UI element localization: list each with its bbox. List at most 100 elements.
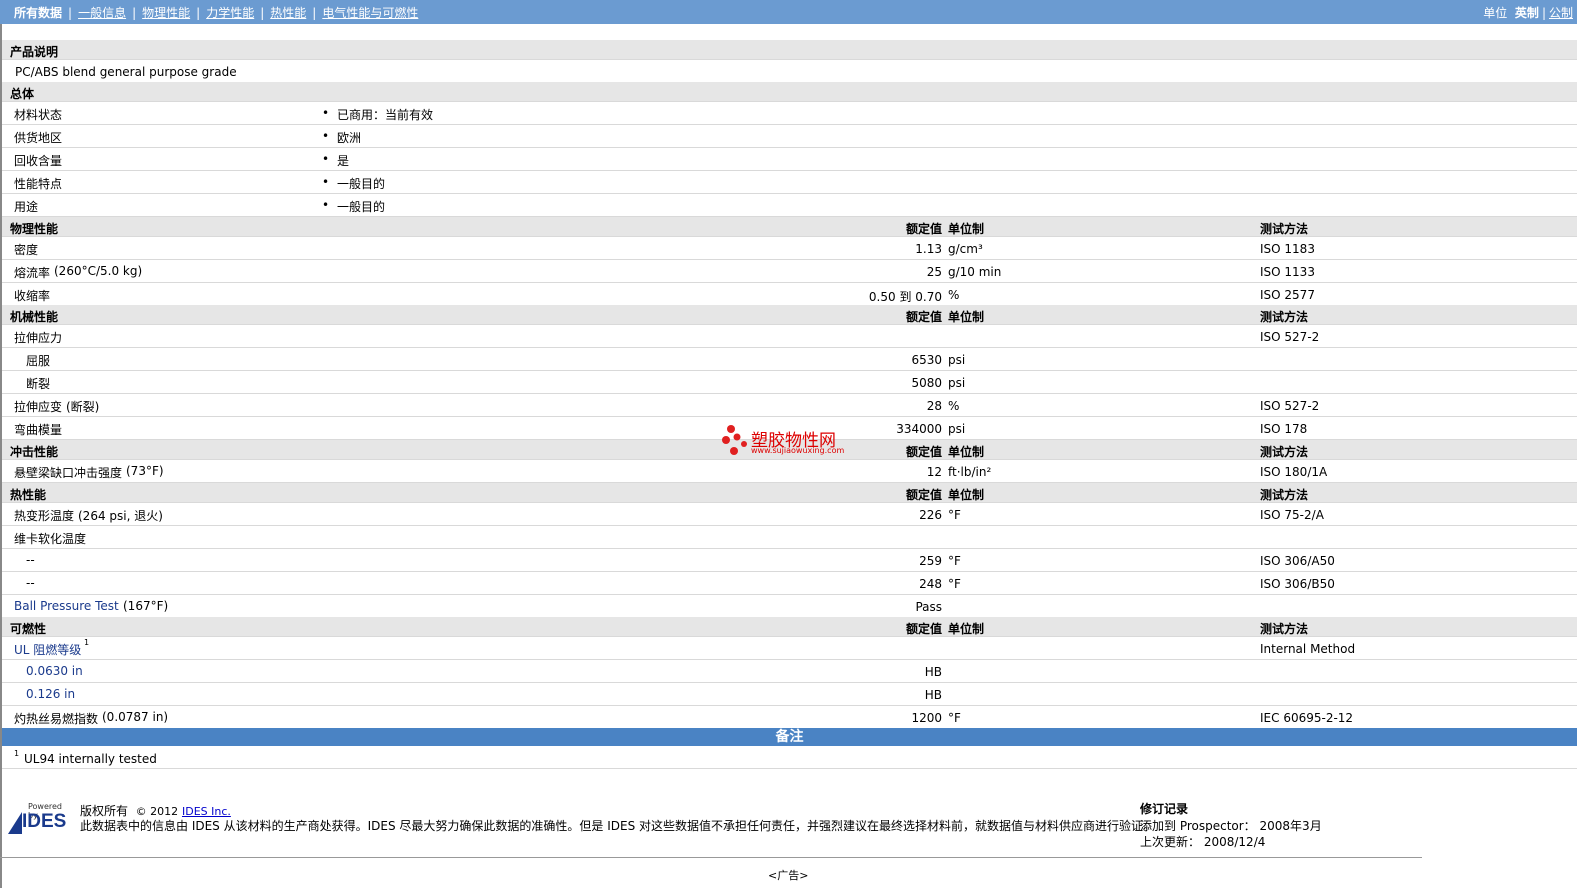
general-row: 回收含量 • 是 <box>2 148 1577 171</box>
property-value: HB <box>924 688 942 702</box>
property-label: 弯曲模量 <box>14 423 63 437</box>
col-nominal: 额定值 <box>905 488 942 502</box>
property-value: 0.50 到 0.70 <box>868 290 942 304</box>
general-value: 一般目的 <box>337 200 386 214</box>
data-row: 0.0630 in HB <box>2 660 1577 683</box>
data-row: -- 259 °F ISO 306/A50 <box>2 549 1577 572</box>
section-title: 热性能 <box>10 488 47 502</box>
general-value: 已商用：当前有效 <box>337 108 434 122</box>
general-label: 性能特点 <box>14 177 63 191</box>
property-label: -- <box>26 553 35 567</box>
nav-general-info[interactable]: 一般信息 <box>78 6 126 20</box>
property-value: 6530 <box>911 353 942 367</box>
data-row: UL 阻燃等级 1 Internal Method <box>2 637 1577 660</box>
data-row: 熔流率 (260°C/5.0 kg) 25 g/10 min ISO 1133 <box>2 260 1577 283</box>
property-value: 5080 <box>911 376 942 390</box>
nav-all-data[interactable]: 所有数据 <box>14 6 62 20</box>
nav-electrical-flammability[interactable]: 电气性能与可燃性 <box>322 6 418 20</box>
property-value: 25 <box>926 265 942 279</box>
property-unit: g/10 min <box>948 265 1002 279</box>
property-unit: % <box>948 288 960 302</box>
property-label: 断裂 <box>26 377 51 391</box>
general-value: 一般目的 <box>337 177 386 191</box>
unit-imperial[interactable]: 英制 <box>1515 6 1539 20</box>
description-text: PC/ABS blend general purpose grade <box>15 65 237 79</box>
bullet-icon: • <box>322 152 330 166</box>
property-condition: (0.0787 in) <box>102 710 169 724</box>
updated-date: 上次更新： 2008/12/4 <box>1140 833 1265 850</box>
logo-triangle-icon <box>8 812 22 834</box>
section-header-general: 总体 <box>2 82 1577 102</box>
section-header-desc: 产品说明 <box>2 40 1577 60</box>
test-method: ISO 1133 <box>1260 265 1315 279</box>
data-row: 维卡软化温度 <box>2 526 1577 549</box>
property-unit: psi <box>948 353 966 367</box>
property-value: 226 <box>919 508 942 522</box>
general-row: 材料状态 • 已商用：当前有效 <box>2 102 1577 125</box>
general-label: 供货地区 <box>14 131 63 145</box>
property-value: 28 <box>926 399 942 413</box>
property-value: 259 <box>919 554 942 568</box>
test-method: ISO 180/1A <box>1260 465 1328 479</box>
general-row: 供货地区 • 欧洲 <box>2 125 1577 148</box>
col-unit: 单位制 <box>948 222 985 236</box>
section-title: 可燃性 <box>10 622 47 636</box>
test-method: ISO 2577 <box>1260 288 1315 302</box>
property-unit: °F <box>948 554 961 568</box>
property-unit: °F <box>948 711 961 725</box>
test-method: ISO 527-2 <box>1260 399 1320 413</box>
data-row: 密度 1.13 g/cm³ ISO 1183 <box>2 237 1577 260</box>
property-value: 334000 <box>896 422 942 436</box>
data-row: Ball Pressure Test (167°F) Pass <box>2 595 1577 618</box>
data-row: 收缩率 0.50 到 0.70% ISO 2577 <box>2 283 1577 306</box>
col-method: 测试方法 <box>1260 622 1309 636</box>
data-row: 0.126 in HB <box>2 683 1577 706</box>
test-method: ISO 1183 <box>1260 242 1315 256</box>
copyright-label: 版权所有 <box>80 804 129 818</box>
property-label: 维卡软化温度 <box>14 532 87 546</box>
disclaimer: 此数据表中的信息由 IDES 从该材料的生产商处获得。IDES 尽最大努力确保此… <box>80 819 1156 833</box>
footer-divider <box>0 857 1422 858</box>
property-label: 悬壁梁缺口冲击强度 <box>14 466 123 480</box>
note-marker: 1 <box>14 749 20 758</box>
general-value: 是 <box>337 154 350 168</box>
section-header-physical: 物理性能 额定值 单位制 测试方法 <box>2 217 1577 237</box>
note-row: 1 UL94 internally tested <box>2 746 1577 769</box>
general-label: 材料状态 <box>14 108 63 122</box>
description-row: PC/ABS blend general purpose grade <box>2 60 1577 83</box>
test-method: ISO 306/B50 <box>1260 577 1335 591</box>
col-method: 测试方法 <box>1260 445 1309 459</box>
col-nominal: 额定值 <box>905 445 942 459</box>
notes-header: 备注 <box>2 728 1577 746</box>
section-title: 机械性能 <box>10 310 59 324</box>
updated-value: 2008/12/4 <box>1203 835 1266 849</box>
property-unit: °F <box>948 577 961 591</box>
ad-label: <广告> <box>768 869 809 882</box>
property-condition: (断裂) <box>66 400 100 414</box>
section-title: 总体 <box>10 87 35 101</box>
property-value: HB <box>924 665 942 679</box>
col-nominal: 额定值 <box>905 310 942 324</box>
col-method: 测试方法 <box>1260 310 1309 324</box>
unit-switch: 单位 英制 | 公制 <box>1483 6 1573 20</box>
general-row: 性能特点 • 一般目的 <box>2 171 1577 194</box>
unit-label: 单位 <box>1483 6 1508 20</box>
nav-physical[interactable]: 物理性能 <box>142 6 190 20</box>
col-nominal: 额定值 <box>905 622 942 636</box>
top-nav-bar: 所有数据 | 一般信息 | 物理性能 | 力学性能 | 热性能 | 电气性能与可燃性 单位 英制 | 公… <box>0 0 1577 24</box>
property-unit: psi <box>948 422 966 436</box>
unit-metric[interactable]: 公制 <box>1549 6 1573 20</box>
property-condition: (264 psi, 退火) <box>78 509 163 523</box>
general-row: 用途 • 一般目的 <box>2 194 1577 217</box>
col-unit: 单位制 <box>948 622 985 636</box>
nav-thermal[interactable]: 热性能 <box>270 6 306 20</box>
col-unit: 单位制 <box>948 445 985 459</box>
added-date: 添加到 Prospector： 2008年3月 <box>1140 817 1322 834</box>
data-row: 拉伸应力 ISO 527-2 <box>2 325 1577 348</box>
nav-mechanical[interactable]: 力学性能 <box>206 6 254 20</box>
test-method: ISO 75-2/A <box>1260 508 1324 522</box>
data-row: 悬壁梁缺口冲击强度 (73°F) 12 ft·lb/in² ISO 180/1A <box>2 460 1577 483</box>
property-label: -- <box>26 576 35 590</box>
section-header-flame: 可燃性 额定值 单位制 测试方法 <box>2 617 1577 637</box>
ides-logo: Powered by IDES <box>8 802 72 834</box>
